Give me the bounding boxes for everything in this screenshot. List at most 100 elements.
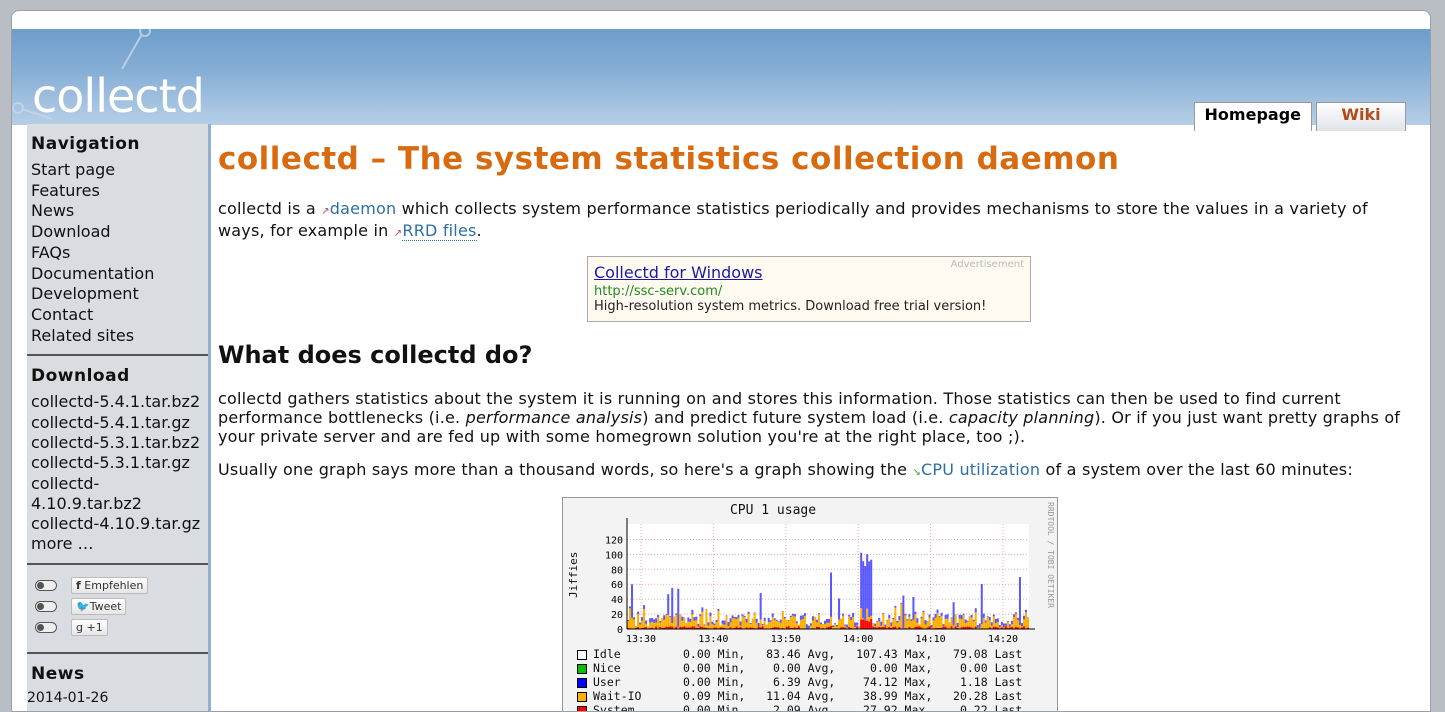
wait-io-bar bbox=[669, 617, 671, 626]
legend-swatch bbox=[577, 692, 587, 702]
user-bar bbox=[993, 615, 995, 617]
user-bar bbox=[981, 584, 983, 624]
wait-io-bar bbox=[1021, 626, 1023, 627]
wait-io-bar bbox=[904, 615, 906, 628]
ad-url[interactable]: http://ssc-serv.com/ bbox=[594, 284, 722, 299]
wait-io-bar bbox=[842, 616, 844, 627]
wait-io-bar bbox=[840, 619, 842, 627]
wait-io-bar bbox=[814, 617, 816, 629]
user-bar bbox=[790, 616, 792, 617]
wait-io-bar bbox=[762, 625, 764, 626]
wait-io-bar bbox=[874, 626, 876, 627]
user-bar bbox=[693, 617, 695, 621]
user-bar bbox=[830, 573, 832, 617]
sidebar-item-related-sites[interactable]: Related sites bbox=[27, 326, 208, 347]
wait-io-bar bbox=[637, 614, 639, 627]
user-bar bbox=[713, 623, 715, 625]
sidebar-item-features[interactable]: Features bbox=[27, 181, 208, 202]
tab-wiki[interactable]: Wiki bbox=[1316, 102, 1406, 131]
ad-title-link[interactable]: Collectd for Windows bbox=[594, 263, 763, 282]
sidebar-item-faqs[interactable]: FAQs bbox=[27, 243, 208, 264]
sidebar-item-contact[interactable]: Contact bbox=[27, 305, 208, 326]
user-bar bbox=[1009, 624, 1011, 626]
wait-io-bar bbox=[707, 626, 709, 628]
user-bar bbox=[874, 624, 876, 627]
browser-page: collectd Homepage Wiki Navigation Start … bbox=[11, 10, 1431, 712]
download-link-4109-bz2-part2[interactable]: 4.10.9.tar.bz2 bbox=[27, 494, 208, 514]
x-tick-label: 13:40 bbox=[698, 634, 728, 645]
wait-io-bar bbox=[985, 622, 987, 629]
wait-io-bar bbox=[802, 619, 804, 629]
user-bar bbox=[629, 606, 631, 608]
wait-io-bar bbox=[780, 623, 782, 629]
user-bar bbox=[820, 623, 822, 625]
user-bar bbox=[951, 618, 953, 619]
sidebar-item-documentation[interactable]: Documentation bbox=[27, 264, 208, 285]
wait-io-bar bbox=[910, 621, 912, 628]
legend-row: Idle 0.00 Min, 83.46 Avg, 107.43 Max, 79… bbox=[577, 647, 1022, 661]
user-bar bbox=[709, 613, 711, 617]
download-link-531-bz2[interactable]: collectd-5.3.1.tar.bz2 bbox=[27, 433, 208, 453]
user-bar bbox=[687, 617, 689, 621]
daemon-link[interactable]: daemon bbox=[330, 199, 397, 218]
wait-io-bar bbox=[800, 620, 802, 628]
advertisement-box[interactable]: Advertisement Collectd for Windows http:… bbox=[587, 256, 1031, 322]
user-bar bbox=[1003, 623, 1005, 627]
intro-paragraph: collectd is a ↗daemon which collects sys… bbox=[218, 199, 1418, 243]
download-link-541-bz2[interactable]: collectd-5.4.1.tar.bz2 bbox=[27, 392, 208, 412]
tweet-button[interactable]: 🐦Tweet bbox=[71, 598, 126, 615]
system-bar bbox=[864, 620, 866, 629]
sidebar-item-start-page[interactable]: Start page bbox=[27, 160, 208, 181]
wait-io-bar bbox=[858, 627, 860, 628]
wait-io-bar bbox=[822, 624, 824, 628]
download-link-531-gz[interactable]: collectd-5.3.1.tar.gz bbox=[27, 453, 208, 473]
user-bar bbox=[649, 618, 651, 622]
wait-io-bar bbox=[989, 620, 991, 627]
wait-io-bar bbox=[657, 617, 659, 629]
download-link-541-gz[interactable]: collectd-5.4.1.tar.gz bbox=[27, 413, 208, 433]
wait-io-bar bbox=[790, 617, 792, 628]
gplus-button[interactable]: g +1 bbox=[71, 619, 108, 636]
legend-row: Wait-IO 0.09 Min, 11.04 Avg, 38.99 Max, … bbox=[577, 689, 1022, 703]
user-bar bbox=[1017, 618, 1019, 620]
download-link-4109-bz2-part1[interactable]: collectd- bbox=[27, 474, 208, 494]
sidebar-item-news[interactable]: News bbox=[27, 201, 208, 222]
legend-row: User 0.00 Min, 6.39 Avg, 74.12 Max, 1.18… bbox=[577, 675, 1022, 689]
wait-io-bar bbox=[740, 626, 742, 627]
tab-homepage[interactable]: Homepage bbox=[1194, 102, 1312, 131]
cpu-utilization-link[interactable]: CPU utilization bbox=[921, 460, 1040, 479]
wait-io-bar bbox=[816, 622, 818, 626]
user-bar bbox=[989, 617, 991, 620]
download-link-4109-gz[interactable]: collectd-4.10.9.tar.gz bbox=[27, 514, 208, 534]
site-logo[interactable]: collectd bbox=[32, 69, 204, 123]
facebook-like-button[interactable]: f Empfehlen bbox=[71, 577, 148, 594]
user-bar bbox=[653, 619, 655, 622]
main-content: collectd – The system statistics collect… bbox=[218, 131, 1418, 257]
wait-io-bar bbox=[876, 622, 878, 628]
user-bar bbox=[728, 622, 730, 626]
twitter-icon: 🐦 bbox=[76, 600, 90, 613]
user-bar bbox=[892, 618, 894, 619]
download-more-link[interactable]: more … bbox=[27, 534, 208, 554]
user-bar bbox=[691, 610, 693, 614]
user-bar bbox=[935, 614, 937, 618]
user-bar bbox=[760, 593, 762, 619]
sidebar-item-download[interactable]: Download bbox=[27, 222, 208, 243]
wait-io-bar bbox=[721, 624, 723, 628]
user-bar bbox=[774, 618, 776, 620]
wait-io-bar bbox=[685, 623, 687, 627]
wait-io-bar bbox=[693, 621, 695, 627]
user-bar bbox=[945, 615, 947, 619]
sidebar-item-development[interactable]: Development bbox=[27, 284, 208, 305]
wait-io-bar bbox=[754, 613, 756, 628]
wait-io-bar bbox=[697, 627, 699, 628]
facebook-toggle[interactable] bbox=[35, 580, 57, 591]
rrd-files-link[interactable]: RRD files bbox=[402, 221, 476, 241]
wait-io-bar bbox=[850, 620, 852, 628]
gplus-icon: g bbox=[76, 621, 83, 634]
user-bar bbox=[947, 614, 949, 618]
user-bar bbox=[848, 615, 850, 617]
user-bar bbox=[1015, 612, 1017, 613]
gplus-toggle[interactable] bbox=[35, 622, 57, 633]
twitter-toggle[interactable] bbox=[35, 601, 57, 612]
